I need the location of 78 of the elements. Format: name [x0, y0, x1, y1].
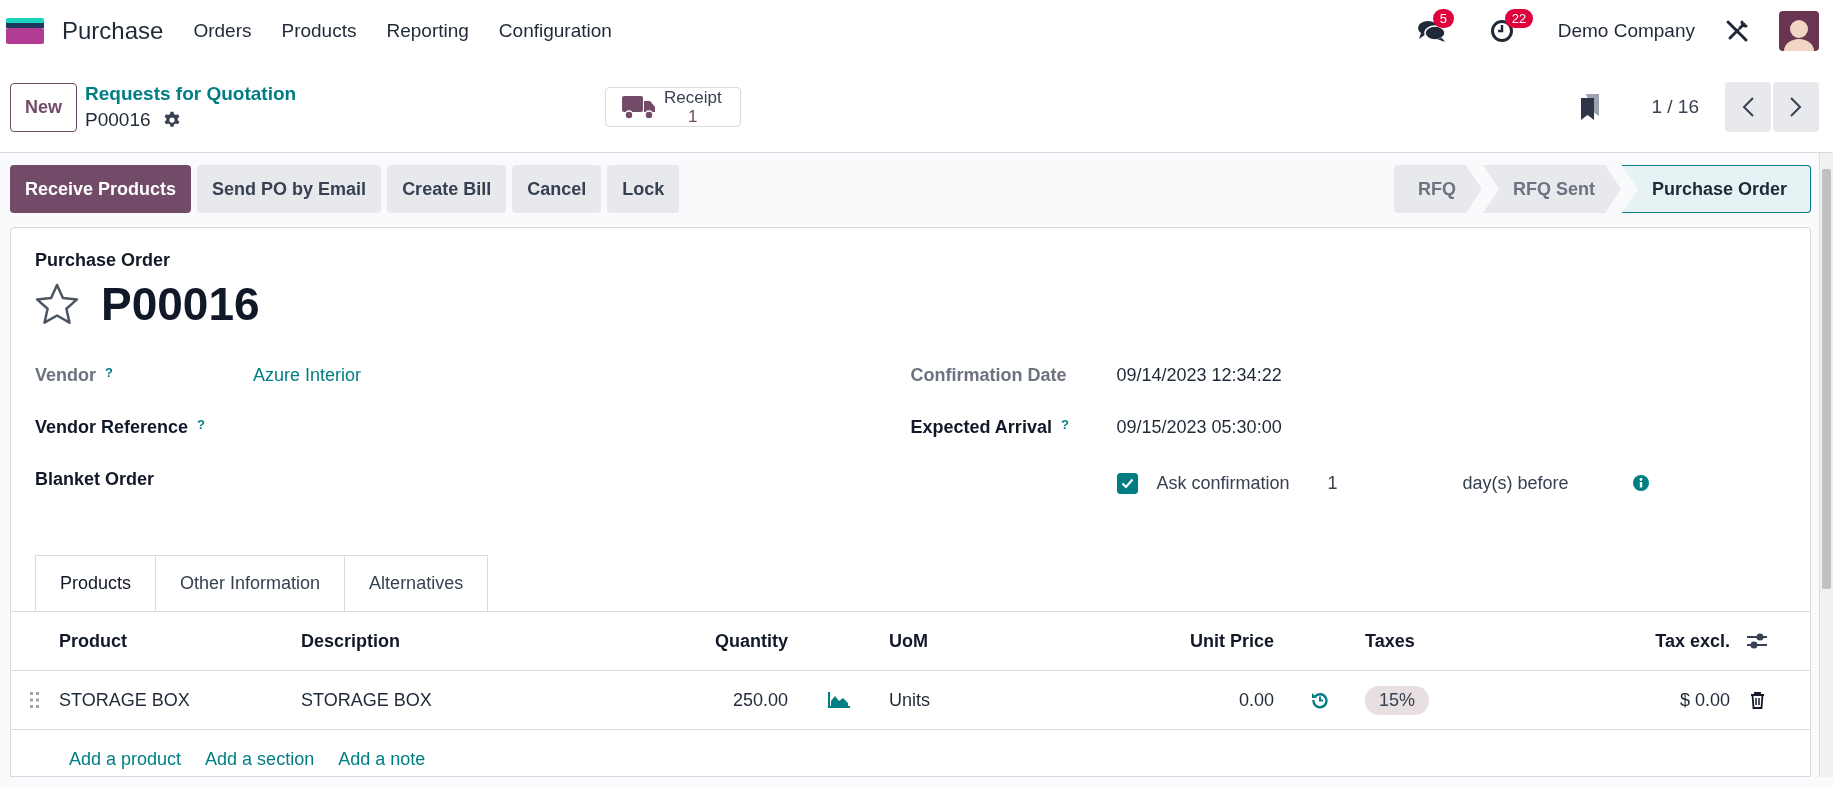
- field-label: Confirmation Date: [910, 364, 1068, 386]
- field-label: Vendor Reference: [35, 416, 189, 437]
- action-button[interactable]: Lock: [607, 165, 680, 213]
- column-settings-icon[interactable]: [1746, 632, 1768, 650]
- days-value[interactable]: 1: [1327, 472, 1463, 494]
- previous-button[interactable]: [1725, 82, 1771, 132]
- add-line-link[interactable]: Add a section: [205, 748, 315, 770]
- tax-tag: 15%: [1365, 685, 1430, 715]
- column-header[interactable]: UoM: [889, 630, 1151, 652]
- company-switcher[interactable]: Demo Company: [1557, 20, 1695, 42]
- help-tooltip[interactable]: ?: [105, 364, 113, 380]
- status-step[interactable]: RFQ: [1393, 165, 1482, 213]
- history-icon[interactable]: [1310, 691, 1329, 709]
- tools-icon[interactable]: [1725, 19, 1749, 43]
- add-line-link[interactable]: Add a product: [69, 748, 182, 770]
- notification-badge: 22: [1504, 9, 1534, 28]
- help-tooltip[interactable]: ?: [1060, 416, 1069, 432]
- status-step[interactable]: RFQ Sent: [1482, 165, 1621, 213]
- new-button[interactable]: New: [10, 82, 77, 132]
- record-title: P00016: [101, 277, 260, 331]
- table-cell-text: $ 0.00: [1678, 689, 1730, 711]
- user-avatar[interactable]: [1779, 11, 1819, 51]
- receipt-smart-button[interactable]: Receipt 1: [605, 87, 741, 127]
- trash-icon[interactable]: [1749, 691, 1765, 709]
- field-label: Expected Arrival: [910, 416, 1052, 437]
- table-cell-text: 0.00: [1237, 689, 1274, 711]
- add-line-link[interactable]: Add a note: [338, 748, 426, 770]
- app-logo-icon[interactable]: [6, 18, 44, 44]
- field-value: 09/15/2023 05:30:00: [1116, 416, 1282, 438]
- table-cell-text: STORAGE BOX: [59, 689, 191, 711]
- form-title: Purchase Order: [35, 250, 172, 271]
- status-step[interactable]: Purchase Order: [1621, 165, 1811, 213]
- menu-item[interactable]: Orders: [193, 20, 252, 42]
- next-button[interactable]: [1773, 82, 1819, 132]
- chevron-left-icon: [1741, 96, 1755, 118]
- clock-icon[interactable]: [1489, 19, 1514, 43]
- scrollbar-thumb[interactable]: [1822, 169, 1831, 589]
- info-icon[interactable]: [1632, 475, 1649, 491]
- breadcrumb-link[interactable]: Requests for Quotation: [85, 83, 605, 105]
- chevron-right-icon: [1789, 96, 1803, 118]
- checkbox-label: Ask confirmation: [1156, 472, 1291, 494]
- app-name[interactable]: Purchase: [62, 17, 164, 45]
- checkmark-icon: [1120, 477, 1134, 489]
- settings-icon[interactable]: [162, 111, 181, 129]
- column-header[interactable]: Description: [301, 630, 641, 652]
- action-button[interactable]: Receive Products: [10, 165, 192, 213]
- column-header[interactable]: Taxes: [1365, 630, 1561, 652]
- bookmark-icon[interactable]: [1579, 92, 1602, 122]
- truck-icon: [622, 94, 656, 120]
- column-header[interactable]: Tax excl.: [1561, 630, 1730, 652]
- field-suffix: day(s) before: [1462, 472, 1570, 494]
- action-button[interactable]: Cancel: [512, 165, 602, 213]
- menu-item[interactable]: Configuration: [498, 20, 612, 42]
- record-name: P00016: [85, 109, 151, 131]
- column-header[interactable]: Quantity: [641, 630, 788, 652]
- column-header[interactable]: Unit Price: [1151, 630, 1274, 652]
- field-label: Blanket Order: [35, 468, 156, 490]
- checkbox[interactable]: [1116, 472, 1138, 494]
- action-button[interactable]: Create Bill: [387, 165, 507, 213]
- star-icon[interactable]: [35, 283, 79, 325]
- action-button[interactable]: Send PO by Email: [197, 165, 382, 213]
- area-chart-icon[interactable]: [827, 692, 850, 708]
- field-value: 09/14/2023 12:34:22: [1116, 364, 1282, 386]
- table-cell-text: STORAGE BOX: [301, 689, 433, 711]
- help-tooltip[interactable]: ?: [197, 416, 206, 432]
- drag-handle-icon[interactable]: [29, 691, 41, 709]
- tab[interactable]: Products: [35, 555, 157, 611]
- menu-item[interactable]: Reporting: [386, 20, 469, 42]
- person-silhouette-icon: [1784, 17, 1814, 51]
- notification-badge: 5: [1432, 9, 1454, 28]
- column-header[interactable]: Product: [59, 630, 301, 652]
- table-cell-text: Units: [889, 689, 931, 711]
- menu-item[interactable]: Products: [281, 20, 357, 42]
- vendor-link[interactable]: Azure Interior: [253, 364, 362, 386]
- pager-value[interactable]: 1 / 16: [1651, 96, 1699, 118]
- field-label: Vendor: [35, 364, 96, 385]
- table-cell-text: 250.00: [731, 689, 788, 711]
- tab[interactable]: Alternatives: [344, 555, 489, 611]
